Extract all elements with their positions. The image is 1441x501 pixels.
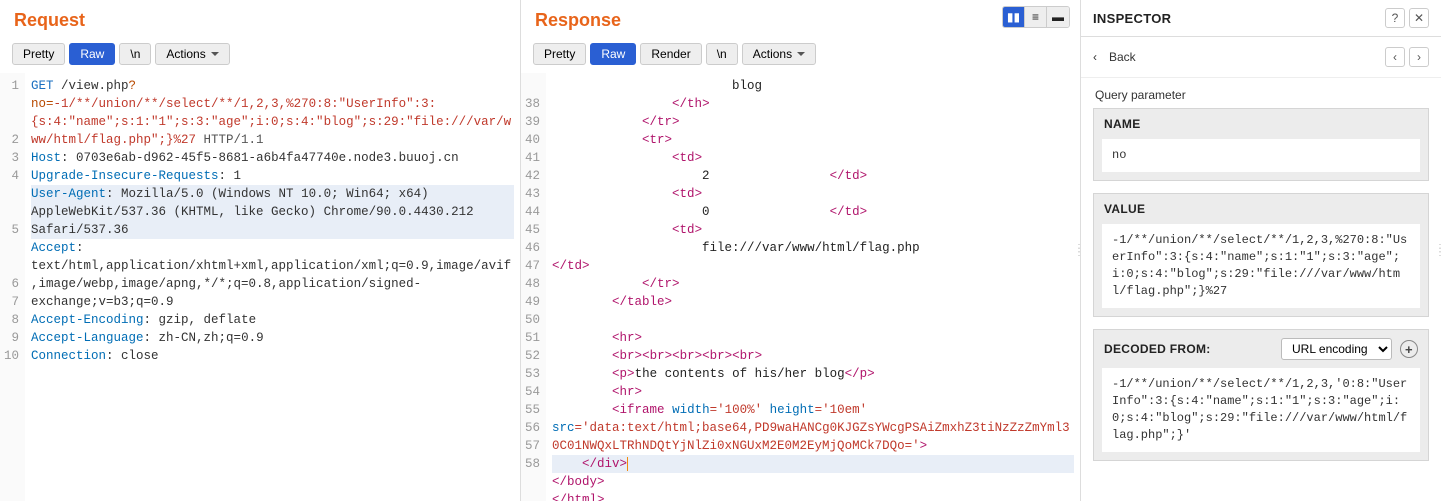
two-column-icon[interactable]: ▮▮ xyxy=(1003,7,1025,27)
decoded-block: DECODED FROM: URL encoding + -1/**/union… xyxy=(1093,329,1429,461)
next-button[interactable]: › xyxy=(1409,47,1429,67)
value-label: VALUE xyxy=(1094,194,1428,224)
request-toolbar: Pretty Raw \n Actions xyxy=(0,39,520,73)
request-editor[interactable]: 12345678910 GET /view.php?no=-1/**/union… xyxy=(0,73,520,501)
raw-button[interactable]: Raw xyxy=(590,43,636,65)
close-icon[interactable]: ✕ xyxy=(1409,8,1429,28)
decoded-body[interactable]: -1/**/union/**/select/**/1,2,3,'0:8:"Use… xyxy=(1102,368,1420,452)
response-heading: Response xyxy=(521,0,1080,39)
decoded-label: DECODED FROM: xyxy=(1104,342,1211,356)
value-block: VALUE -1/**/union/**/select/**/1,2,3,%27… xyxy=(1093,193,1429,317)
chevron-left-icon: ‹ xyxy=(1093,50,1097,64)
help-icon[interactable]: ? xyxy=(1385,8,1405,28)
inspector-pane: INSPECTOR ? ✕ ‹ Back ‹ › Query parameter… xyxy=(1081,0,1441,501)
newline-button[interactable]: \n xyxy=(119,43,151,65)
actions-dropdown[interactable]: Actions xyxy=(155,43,229,65)
back-label: Back xyxy=(1109,50,1136,64)
render-button[interactable]: Render xyxy=(640,43,701,65)
name-block: NAME no xyxy=(1093,108,1429,181)
pretty-button[interactable]: Pretty xyxy=(12,43,65,65)
list-view-icon[interactable]: ≡ xyxy=(1025,7,1047,27)
pretty-button[interactable]: Pretty xyxy=(533,43,586,65)
request-heading: Request xyxy=(0,0,520,39)
back-button[interactable]: ‹ Back xyxy=(1093,50,1136,64)
section-label: Query parameter xyxy=(1081,78,1441,108)
actions-dropdown[interactable]: Actions xyxy=(742,43,816,65)
value-body[interactable]: -1/**/union/**/select/**/1,2,3,%270:8:"U… xyxy=(1102,224,1420,308)
response-editor[interactable]: 3839404142434445464748495051525354555657… xyxy=(521,73,1080,501)
request-pane: Request Pretty Raw \n Actions 1234567891… xyxy=(0,0,521,501)
view-toggle: ▮▮ ≡ ▬ xyxy=(1002,6,1070,28)
name-label: NAME xyxy=(1094,109,1428,139)
response-pane: ▮▮ ≡ ▬ Response Pretty Raw Render \n Act… xyxy=(521,0,1081,501)
pane-resize-handle[interactable]: ⋮⋮ xyxy=(1077,0,1083,501)
decoding-select[interactable]: URL encoding xyxy=(1281,338,1392,360)
prev-button[interactable]: ‹ xyxy=(1385,47,1405,67)
raw-button[interactable]: Raw xyxy=(69,43,115,65)
response-toolbar: Pretty Raw Render \n Actions xyxy=(521,39,1080,73)
add-decoder-button[interactable]: + xyxy=(1400,340,1418,358)
full-view-icon[interactable]: ▬ xyxy=(1047,7,1069,27)
newline-button[interactable]: \n xyxy=(706,43,738,65)
inspector-title: INSPECTOR xyxy=(1093,11,1171,26)
name-value[interactable]: no xyxy=(1102,139,1420,172)
